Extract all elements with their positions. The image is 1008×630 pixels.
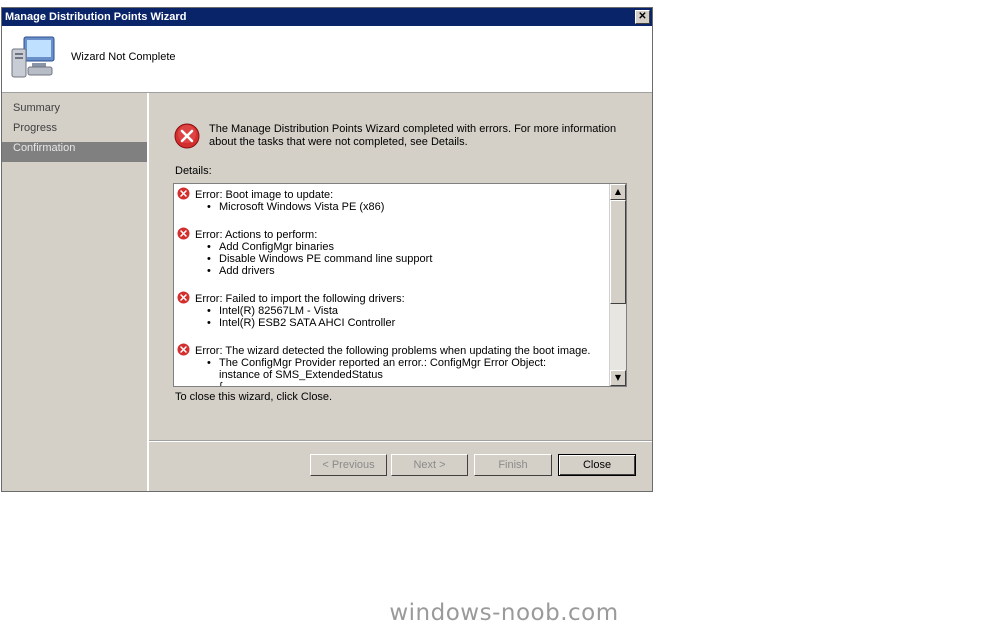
close-instruction: To close this wizard, click Close. — [175, 391, 333, 403]
wizard-header: Wizard Not Complete — [2, 26, 652, 93]
error-title: Error: Boot image to update: — [195, 189, 334, 201]
computer-icon — [11, 36, 55, 78]
error-entry: Error: Failed to import the following dr… — [174, 291, 609, 329]
error-icon — [177, 187, 190, 200]
error-icon — [177, 343, 190, 356]
close-window-button[interactable]: ✕ — [635, 10, 650, 24]
sidebar-item-confirmation[interactable]: Confirmation — [2, 142, 147, 162]
window-title: Manage Distribution Points Wizard — [5, 11, 187, 23]
scrollbar-thumb[interactable] — [610, 200, 626, 304]
error-detail-item: The ConfigMgr Provider reported an error… — [207, 357, 609, 369]
error-entry: Error: Actions to perform: Add ConfigMgr… — [174, 227, 609, 277]
scroll-down-arrow-icon[interactable]: ▼ — [610, 370, 626, 386]
wizard-status-title: Wizard Not Complete — [71, 51, 176, 63]
error-detail-item: Add ConfigMgr binaries — [207, 241, 609, 253]
title-bar[interactable]: Manage Distribution Points Wizard ✕ — [2, 8, 652, 26]
error-detail-item: Microsoft Windows Vista PE (x86) — [207, 201, 609, 213]
scroll-up-arrow-icon[interactable]: ▲ — [610, 184, 626, 200]
error-detail-continuation: { — [195, 381, 609, 386]
error-icon — [177, 291, 190, 304]
page: Manage Distribution Points Wizard ✕ Wiza… — [0, 0, 1008, 630]
error-title: Error: Failed to import the following dr… — [195, 293, 405, 305]
wizard-sidebar: Summary Progress Confirmation — [2, 93, 149, 491]
error-detail-item: Intel(R) 82567LM - Vista — [207, 305, 609, 317]
error-icon — [177, 227, 190, 240]
error-entry: Error: Boot image to update: Microsoft W… — [174, 187, 609, 213]
finish-button[interactable]: Finish — [474, 454, 552, 476]
details-scrollbar[interactable]: ▲ ▼ — [609, 184, 626, 386]
error-entry: Error: The wizard detected the following… — [174, 343, 609, 386]
button-bar-divider — [149, 440, 652, 442]
close-button[interactable]: Close — [558, 454, 636, 476]
error-icon — [174, 123, 200, 149]
error-detail-item: Intel(R) ESB2 SATA AHCI Controller — [207, 317, 609, 329]
status-message: The Manage Distribution Points Wizard co… — [209, 123, 617, 148]
previous-button[interactable]: < Previous — [310, 454, 387, 476]
details-content: Error: Boot image to update: Microsoft W… — [174, 184, 609, 386]
details-label: Details: — [175, 165, 212, 177]
sidebar-item-progress[interactable]: Progress — [2, 122, 147, 142]
error-detail-item: Add drivers — [207, 265, 609, 277]
wizard-content: The Manage Distribution Points Wizard co… — [149, 93, 652, 440]
close-icon: ✕ — [638, 11, 647, 22]
details-textbox[interactable]: Error: Boot image to update: Microsoft W… — [173, 183, 627, 387]
error-title: Error: The wizard detected the following… — [195, 345, 591, 357]
watermark: windows-noob.com — [389, 600, 619, 626]
sidebar-item-summary[interactable]: Summary — [2, 102, 147, 122]
error-detail-continuation: instance of SMS_ExtendedStatus — [219, 369, 383, 381]
wizard-window: Manage Distribution Points Wizard ✕ Wiza… — [1, 7, 653, 492]
error-detail-item: Disable Windows PE command line support — [207, 253, 609, 265]
error-title: Error: Actions to perform: — [195, 229, 318, 241]
next-button[interactable]: Next > — [391, 454, 468, 476]
